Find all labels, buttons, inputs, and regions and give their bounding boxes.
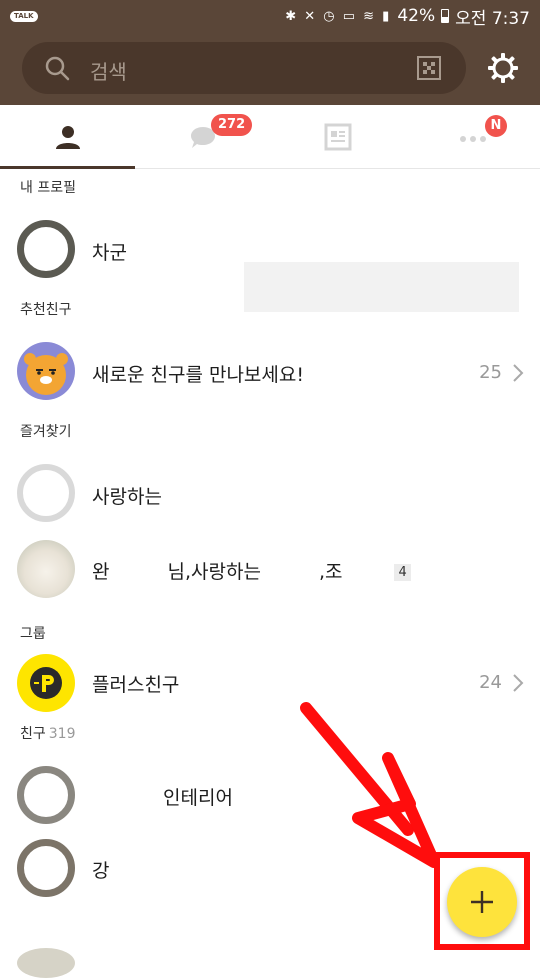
plus-friend-row[interactable]: 플러스친구 24 xyxy=(0,653,540,737)
status-right: ✱ ✕ ◷ ▭ ≋ ▮ 42% 오전 7:37 xyxy=(285,4,530,29)
search-bar[interactable]: 검색 xyxy=(22,42,466,94)
favorite-name: 사랑하는 xyxy=(92,486,162,508)
chevron-right-icon xyxy=(513,364,524,382)
plus-friend-icon xyxy=(17,654,75,712)
section-header-groups: 그룹 xyxy=(20,626,46,642)
tab-more[interactable]: N xyxy=(405,105,540,168)
avatar xyxy=(17,948,75,978)
ryan-character-icon xyxy=(17,342,75,400)
plus-icon xyxy=(471,891,493,913)
recommended-count: 25 xyxy=(479,362,502,383)
status-message-redacted xyxy=(244,262,519,312)
avatar xyxy=(17,839,75,897)
tab-channel[interactable] xyxy=(270,105,405,168)
chevron-right-icon xyxy=(513,674,524,692)
group-avatar xyxy=(17,540,75,598)
settings-gear-icon[interactable] xyxy=(487,52,519,84)
my-profile-row[interactable]: 차군 xyxy=(0,207,540,312)
profile-name: 차군 xyxy=(92,242,127,264)
search-icon xyxy=(45,56,70,81)
avatar xyxy=(17,766,75,824)
main-tabs: 272 N xyxy=(0,105,540,169)
friends-list: 내 프로필 차군 추천친구 새로운 친구를 만나보세요! 25 즐겨찾기 사랑하… xyxy=(0,169,540,913)
section-header-favorites: 즐겨찾기 xyxy=(20,424,72,440)
status-left: TALK xyxy=(10,10,38,22)
plus-friend-label: 플러스친구 xyxy=(92,674,180,696)
status-bar: TALK ✱ ✕ ◷ ▭ ≋ ▮ 42% 오전 7:37 xyxy=(0,0,540,32)
friend-name: 강 xyxy=(92,860,110,882)
kakaotalk-notification-icon: TALK xyxy=(10,10,38,22)
plus-friend-count: 24 xyxy=(479,672,502,693)
member-count: 4 xyxy=(394,564,411,581)
friend-name: 인테리어 xyxy=(163,787,233,809)
group-chat-name: 완 님,사랑하는 ,조 4 xyxy=(92,557,411,584)
section-header-my-profile: 내 프로필 xyxy=(20,180,76,196)
recommended-friends-label: 새로운 친구를 만나보세요! xyxy=(92,364,304,386)
unread-chat-badge: 272 xyxy=(211,114,253,136)
tab-chats[interactable]: 272 xyxy=(135,105,270,168)
news-icon xyxy=(324,123,352,151)
system-status-icons: ✱ ✕ ◷ ▭ ≋ ▮ xyxy=(285,8,392,24)
battery-icon xyxy=(441,9,450,23)
friend-row[interactable]: 인테리어 xyxy=(0,753,540,833)
avatar xyxy=(17,464,75,522)
clock: 오전 7:37 xyxy=(455,8,530,29)
search-placeholder: 검색 xyxy=(90,60,127,84)
qr-scan-icon[interactable] xyxy=(416,55,442,81)
avatar xyxy=(17,220,75,278)
recommended-friends-row[interactable]: 새로운 친구를 만나보세요! 25 xyxy=(0,329,540,413)
tab-friends[interactable] xyxy=(0,105,135,169)
add-friend-button[interactable] xyxy=(447,867,517,937)
favorite-row[interactable]: 사랑하는 xyxy=(0,451,540,535)
battery-percent: 42% xyxy=(397,6,436,26)
person-icon xyxy=(56,126,80,149)
new-badge: N xyxy=(485,115,507,137)
app-bar: 검색 xyxy=(0,32,540,105)
favorite-group-row[interactable]: 완 님,사랑하는 ,조 4 xyxy=(0,535,540,615)
